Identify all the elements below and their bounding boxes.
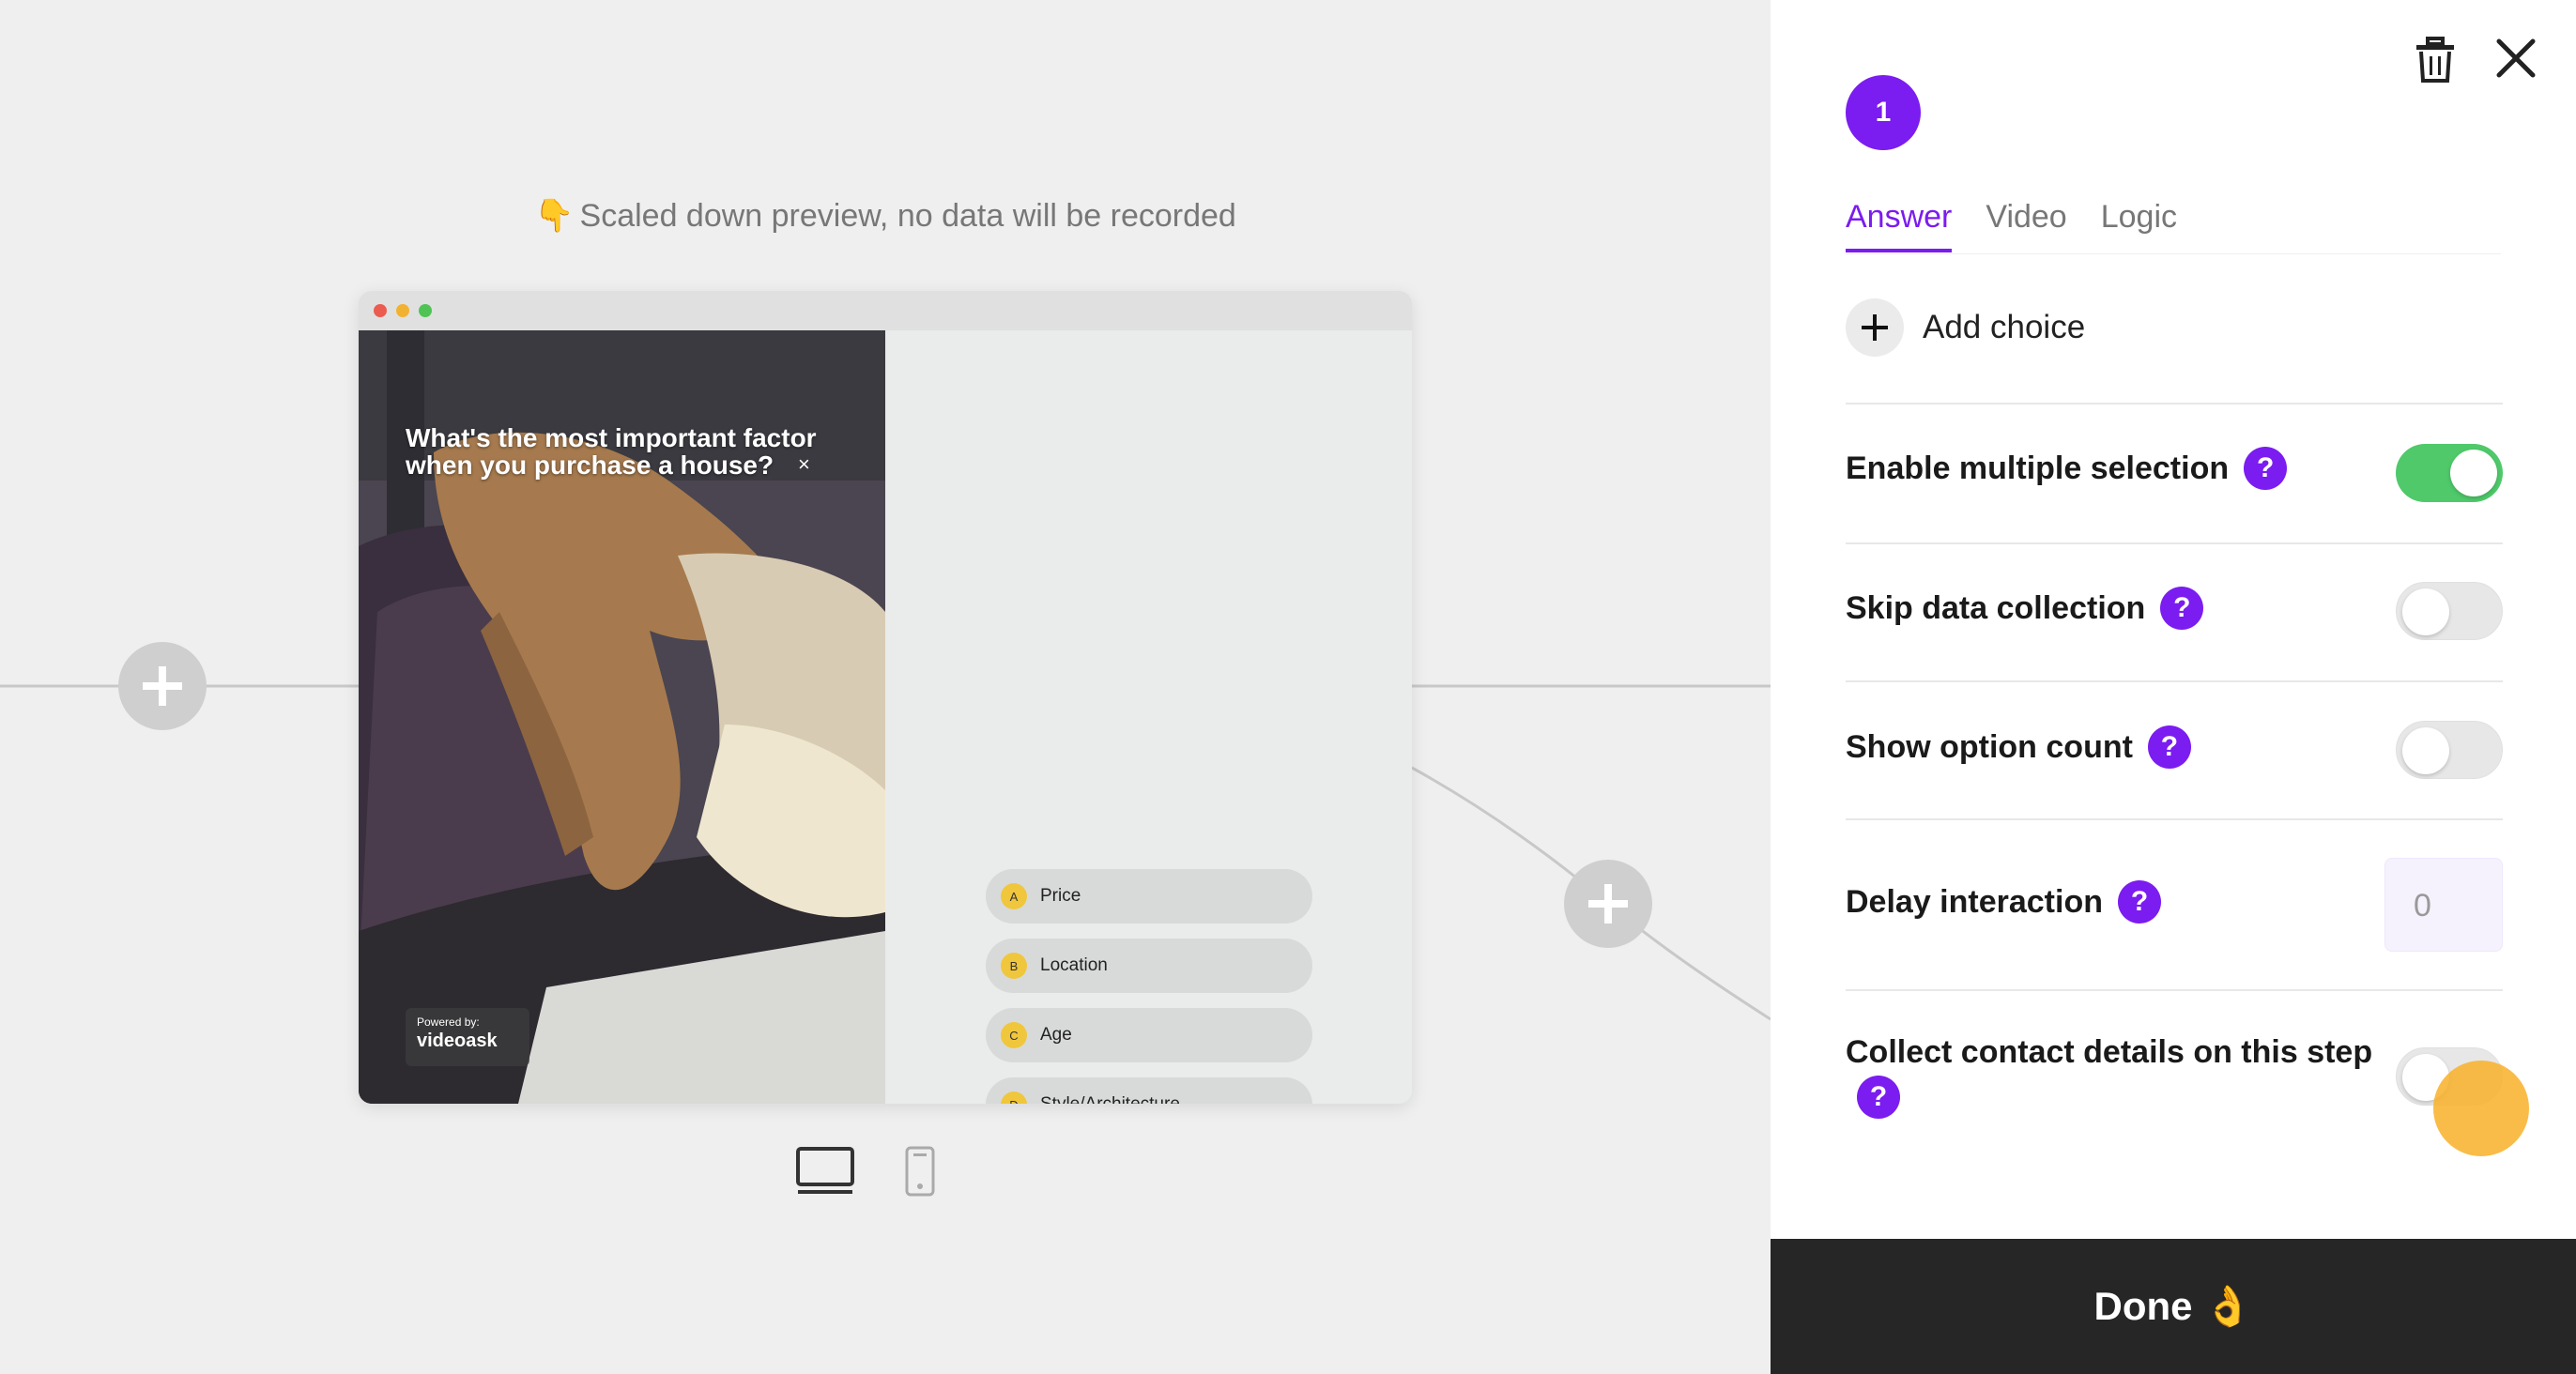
divider — [1846, 542, 2503, 544]
help-icon[interactable]: ? — [2244, 447, 2288, 490]
close-icon[interactable]: × — [798, 452, 810, 477]
tab-video[interactable]: Video — [1986, 199, 2066, 252]
choice-letter: A — [1001, 883, 1027, 909]
choice-label: Style/Architecture — [1040, 1094, 1180, 1104]
skip-data-setting: Skip data collection ? — [1846, 587, 2204, 630]
device-toggle — [794, 1145, 937, 1198]
choice-d[interactable]: D Style/Architecture — [986, 1077, 1312, 1104]
collect-contact-setting-label: Collect contact details on this step — [1846, 1034, 2373, 1070]
done-button[interactable]: Done 👌 — [1771, 1239, 2576, 1374]
choice-letter: D — [1001, 1092, 1027, 1104]
mobile-icon[interactable] — [903, 1145, 937, 1198]
choice-label: Price — [1040, 886, 1081, 906]
help-icon[interactable]: ? — [1857, 1076, 1900, 1119]
delete-step-button[interactable] — [2413, 36, 2458, 84]
tabs-divider — [1846, 253, 2501, 254]
choice-letter: B — [1001, 953, 1027, 979]
video-pane[interactable]: What's the most important factor when yo… — [359, 330, 885, 1104]
trash-icon — [2416, 37, 2454, 83]
tab-logic[interactable]: Logic — [2101, 199, 2177, 252]
help-icon[interactable]: ? — [2147, 725, 2191, 769]
preview-note-text: Scaled down preview, no data will be rec… — [579, 198, 1236, 234]
divider — [1846, 403, 2503, 405]
toggle-knob — [2402, 588, 2449, 635]
choice-c[interactable]: C Age — [986, 1008, 1312, 1062]
window-maximize-dot — [419, 304, 432, 317]
step-settings-panel: 1 Answer Video Logic Add choice Enable m… — [1771, 0, 2576, 1374]
setting-label: Show option count — [1846, 728, 2133, 765]
panel-tabs: Answer Video Logic — [1846, 199, 2177, 252]
tab-answer[interactable]: Answer — [1846, 199, 1953, 252]
window-minimize-dot — [396, 304, 409, 317]
preview-note: 👇 Scaled down preview, no data will be re… — [0, 197, 1771, 235]
toggle-knob — [2402, 727, 2449, 774]
option-count-setting: Show option count ? — [1846, 725, 2191, 769]
divider — [1846, 989, 2503, 991]
cursor-highlight — [2433, 1061, 2529, 1156]
close-icon — [2496, 38, 2536, 78]
divider — [1846, 680, 2503, 682]
preview-window: What's the most important factor when yo… — [359, 291, 1412, 1104]
desktop-icon[interactable] — [794, 1145, 856, 1198]
powered-by-label: Powered by: — [417, 1015, 480, 1029]
setting-label: Delay interaction — [1846, 883, 2103, 920]
plus-icon — [1846, 298, 1904, 357]
plus-icon — [143, 666, 182, 706]
setting-label: Enable multiple selection — [1846, 450, 2230, 486]
choice-label: Location — [1040, 955, 1108, 975]
toggle-knob — [2450, 450, 2497, 496]
choices-pane: A Price B Location C Age D Style/Archite… — [885, 330, 1412, 1104]
add-choice-button[interactable]: Add choice — [1846, 298, 2085, 357]
delay-seconds-input[interactable]: 0 — [2384, 858, 2503, 952]
add-choice-label: Add choice — [1923, 309, 2086, 345]
add-step-node-left[interactable] — [118, 642, 207, 730]
question-text: What's the most important factor when yo… — [406, 423, 817, 480]
help-icon[interactable]: ? — [2160, 587, 2204, 630]
window-titlebar — [359, 291, 1412, 330]
pointing-down-icon: 👇 — [534, 198, 575, 234]
choice-b[interactable]: B Location — [986, 939, 1312, 993]
choice-a[interactable]: A Price — [986, 869, 1312, 924]
choice-letter: C — [1001, 1022, 1027, 1048]
multiple-selection-setting: Enable multiple selection ? — [1846, 447, 2288, 490]
videoask-logo: videoask — [417, 1030, 498, 1051]
flow-canvas[interactable]: 👇 Scaled down preview, no data will be re… — [0, 0, 1771, 1374]
powered-by-badge[interactable]: Powered by: videoask — [406, 1008, 529, 1066]
window-close-dot — [374, 304, 387, 317]
multiple-selection-toggle[interactable] — [2396, 444, 2503, 502]
help-icon[interactable]: ? — [2117, 880, 2161, 924]
close-panel-button[interactable] — [2493, 36, 2538, 81]
choice-label: Age — [1040, 1025, 1072, 1045]
divider — [1846, 818, 2503, 820]
add-step-node-right[interactable] — [1564, 860, 1652, 948]
setting-label: Skip data collection — [1846, 589, 2146, 626]
step-number-badge: 1 — [1846, 75, 1921, 150]
skip-data-toggle[interactable] — [2396, 582, 2503, 640]
option-count-toggle[interactable] — [2396, 721, 2503, 779]
plus-icon — [1588, 884, 1628, 924]
delay-interaction-setting: Delay interaction ? — [1846, 880, 2161, 924]
